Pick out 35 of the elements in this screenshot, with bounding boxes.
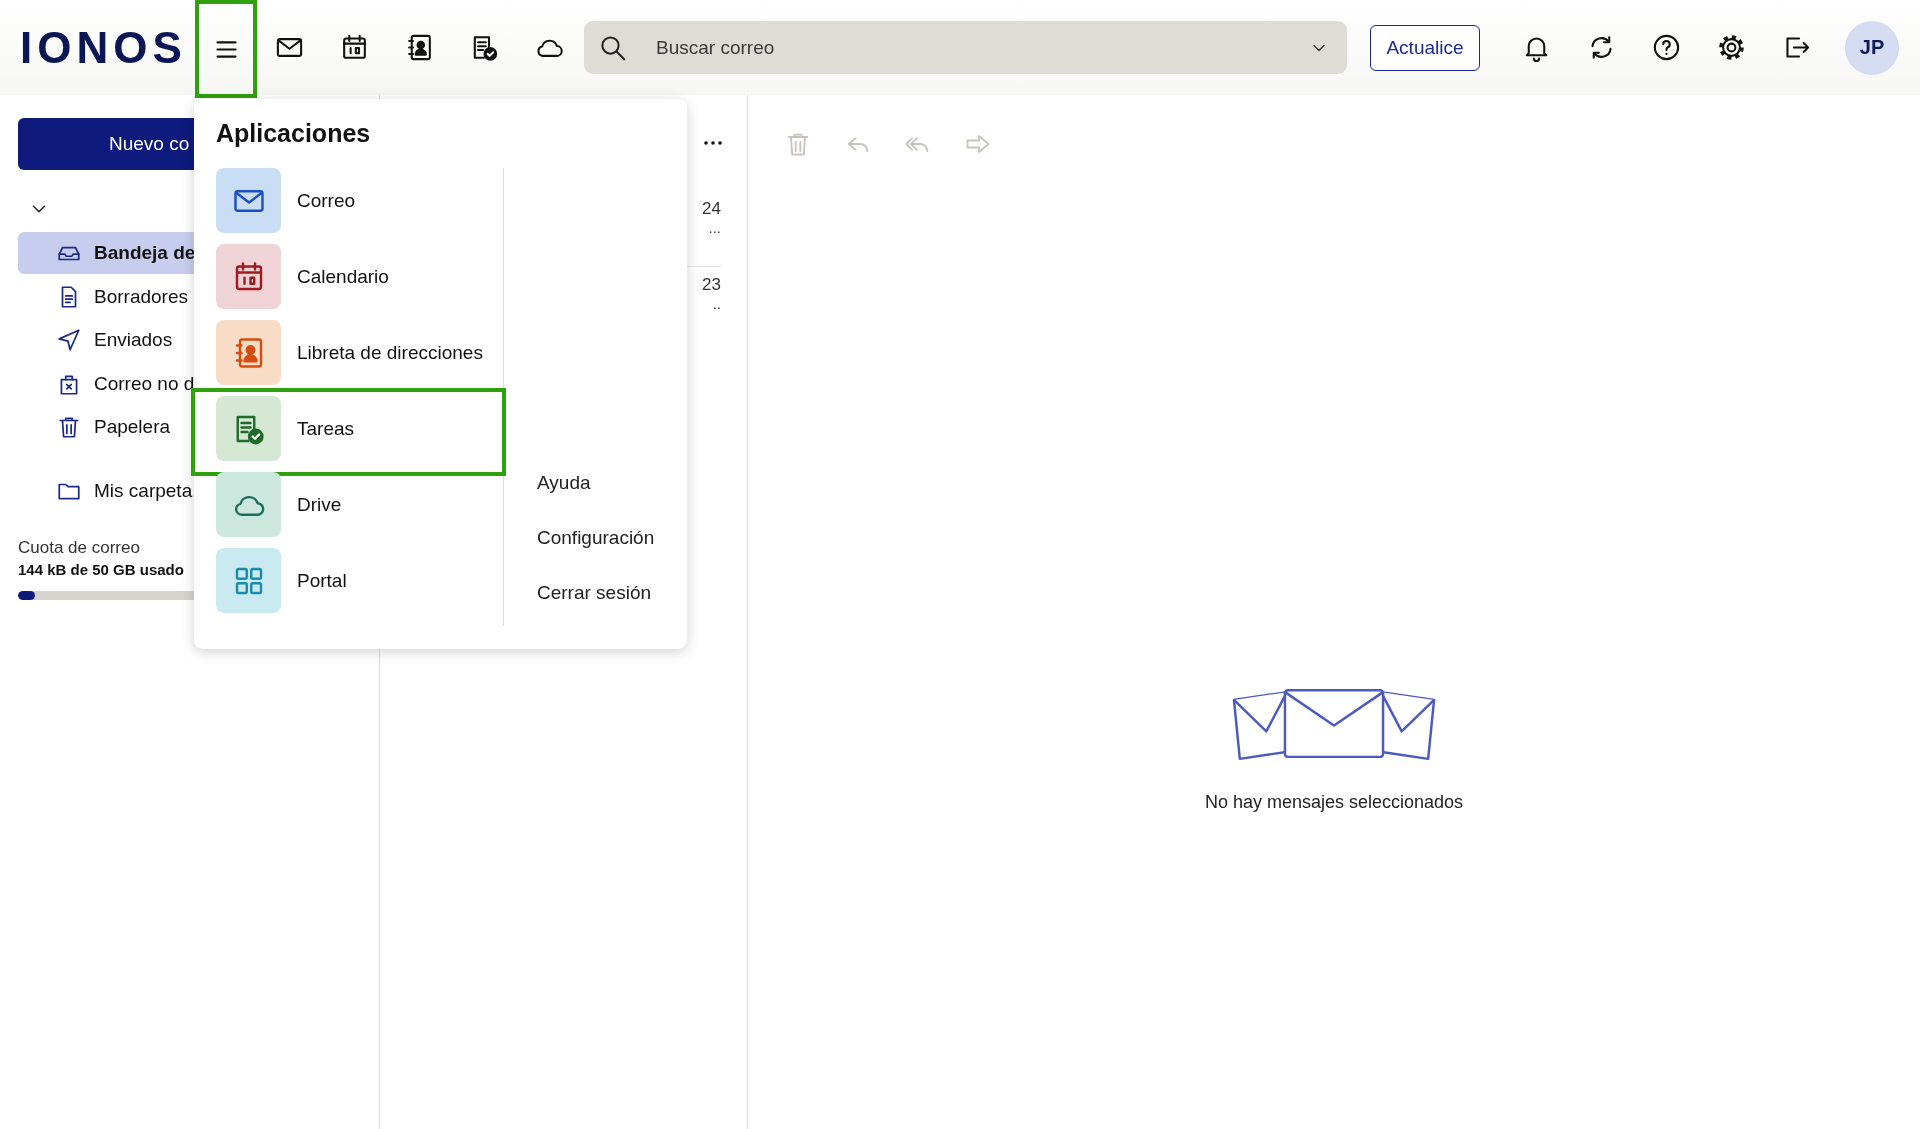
app-label: Libreta de direcciones bbox=[297, 341, 483, 364]
app-label: Tareas bbox=[297, 417, 355, 440]
app-menu-item[interactable]: Drive bbox=[216, 472, 503, 537]
app-label: Portal bbox=[297, 569, 347, 592]
avatar[interactable]: JP bbox=[1845, 20, 1899, 75]
empty-message: No hay mensajes seleccionados bbox=[1204, 792, 1464, 813]
app-label: Correo bbox=[297, 189, 356, 212]
paper-plane-icon bbox=[56, 327, 82, 353]
app-menu-item[interactable]: Correo bbox=[216, 168, 503, 233]
folder-label: Bandeja de bbox=[94, 242, 196, 264]
quota-label: Cuota de correo bbox=[18, 538, 141, 558]
folder-label: Papelera bbox=[94, 416, 171, 438]
mail-date: 24 bbox=[702, 199, 721, 219]
folder-label: Borradores bbox=[94, 285, 188, 308]
app-menu-item[interactable]: Portal bbox=[216, 548, 503, 613]
mail-preview: .. bbox=[712, 295, 721, 312]
menu-link[interactable]: Cerrar sesión bbox=[537, 582, 687, 604]
mail-preview: ... bbox=[708, 219, 721, 236]
search-bar[interactable]: Buscar correo bbox=[584, 21, 1347, 74]
upgrade-button[interactable]: Actualice bbox=[1370, 24, 1480, 71]
folder-label: Enviados bbox=[94, 329, 173, 351]
app-menu-item[interactable]: Libreta de direcciones bbox=[216, 320, 503, 385]
search-field[interactable]: Buscar correo bbox=[654, 35, 1309, 60]
logo: IONOS bbox=[20, 21, 187, 74]
app-label: Drive bbox=[297, 493, 342, 516]
quota-usage: 144 kB de 50 GB usado bbox=[18, 561, 185, 578]
trash-icon bbox=[56, 414, 82, 440]
menu-button[interactable] bbox=[195, 0, 257, 98]
menu-link[interactable]: Ayuda bbox=[537, 472, 687, 494]
menu-link[interactable]: Configuración bbox=[537, 527, 687, 549]
help-icon bbox=[1651, 32, 1682, 63]
folder-label: Mis carpeta bbox=[94, 480, 193, 502]
settings-icon bbox=[1716, 32, 1747, 63]
mail-date: 23 bbox=[702, 275, 721, 295]
app-menu-item[interactable]: Tareas bbox=[216, 396, 503, 461]
